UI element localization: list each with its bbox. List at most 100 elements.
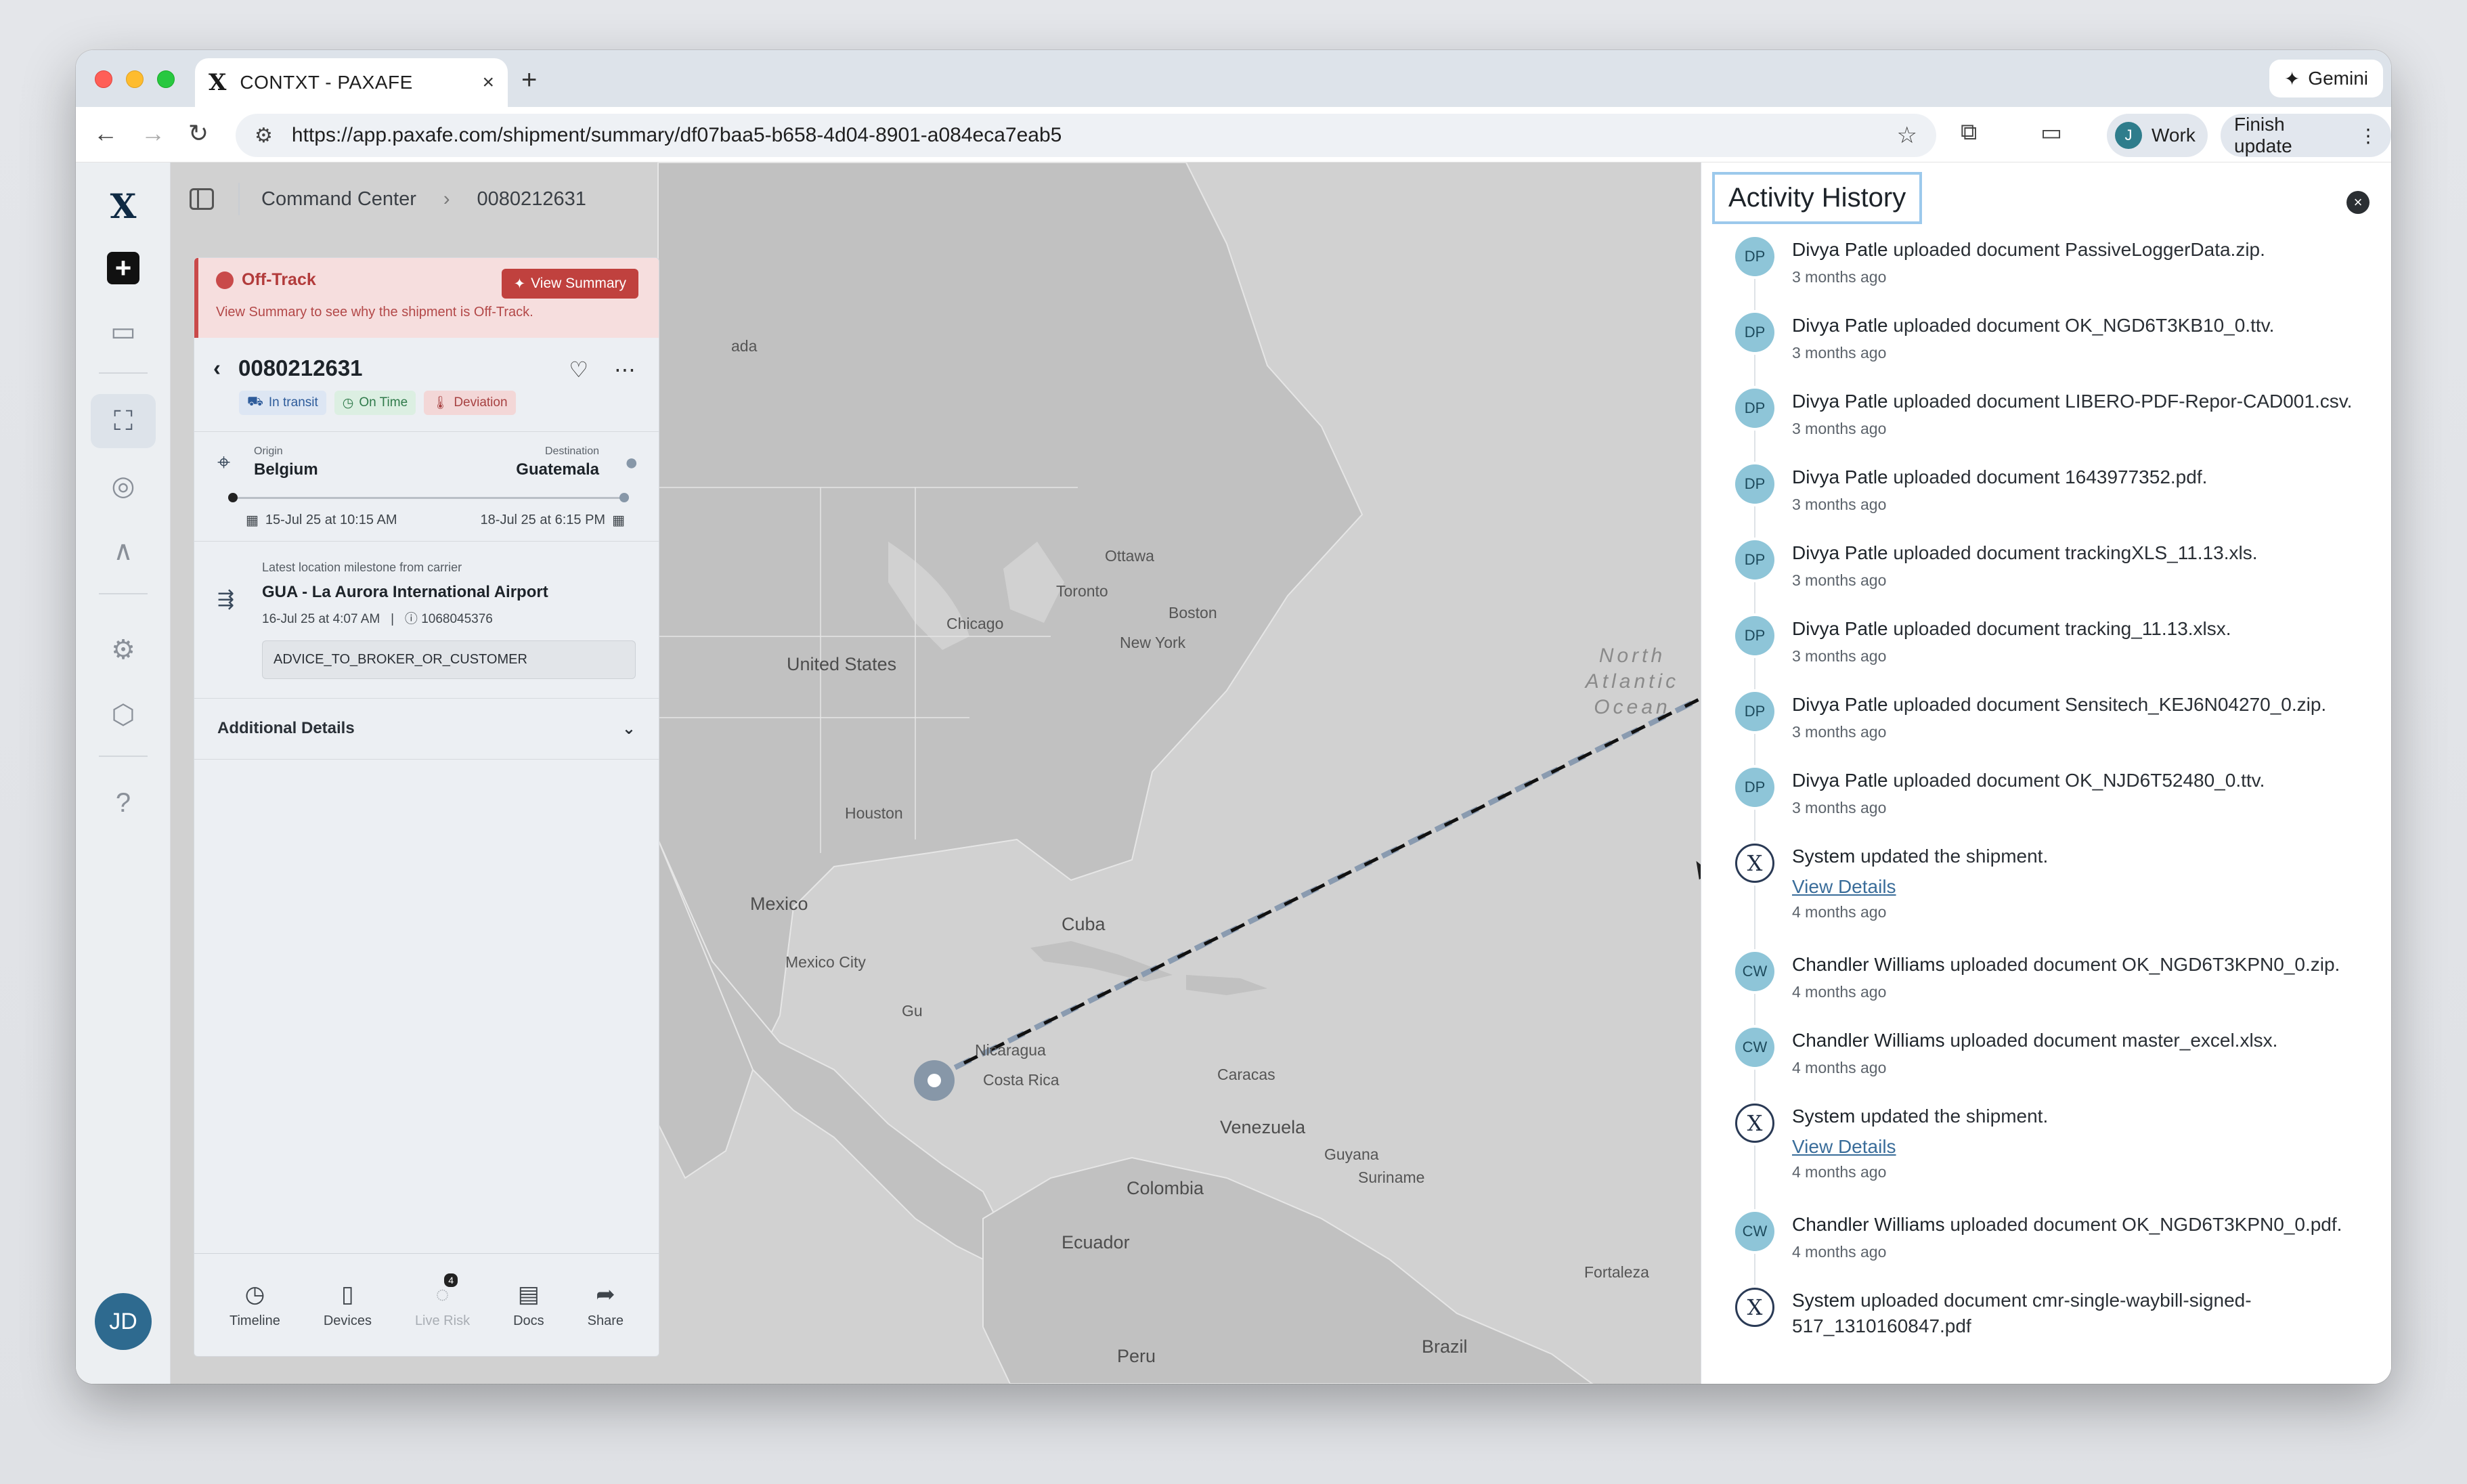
system-logo-icon: X — [1735, 844, 1774, 883]
cast-icon[interactable]: ▭ — [2040, 119, 2062, 146]
activity-action: uploaded document — [1893, 315, 2060, 336]
nav-devices[interactable]: ▯ Devices — [324, 1281, 372, 1329]
actor-avatar: DP — [1735, 616, 1774, 655]
site-settings-icon[interactable]: ⚙ — [255, 124, 273, 148]
more-options-icon[interactable]: ⋯ — [614, 357, 636, 383]
activity-action: uploaded document — [1893, 694, 2060, 715]
truck-icon: ⛟ — [247, 395, 263, 409]
activity-time: 4 months ago — [1792, 1059, 1887, 1076]
gemini-button[interactable]: ✦ Gemini — [2269, 60, 2383, 97]
analytics-icon[interactable]: ∧ — [91, 524, 156, 578]
paxafe-favicon-icon: X — [209, 69, 227, 96]
nav-docs[interactable]: ▤ Docs — [513, 1281, 544, 1329]
user-avatar[interactable]: JD — [95, 1293, 152, 1350]
profile-label: Work — [2152, 125, 2196, 146]
map-label-guyana: Guyana — [1324, 1145, 1379, 1163]
logo-icon[interactable]: X — [91, 179, 156, 233]
tasks-check-icon[interactable]: ◎ — [91, 459, 156, 513]
system-logo-icon: X — [1735, 1104, 1774, 1143]
view-summary-button[interactable]: ✦ View Summary — [501, 269, 638, 299]
activity-time: 4 months ago — [1792, 1163, 1887, 1181]
activity-item: DP Divya Patle uploaded document PassiveL… — [1735, 237, 2364, 313]
close-window-button[interactable] — [95, 70, 112, 88]
activity-action: uploaded document — [1950, 1030, 2117, 1051]
settings-gear-icon[interactable]: ⚙ — [91, 623, 156, 677]
bookmark-star-icon[interactable]: ☆ — [1897, 122, 1917, 149]
additional-details-toggle[interactable]: Additional Details ⌄ — [194, 699, 659, 760]
map-label-caracas: Caracas — [1217, 1066, 1275, 1083]
reload-icon[interactable]: ↻ — [188, 119, 209, 148]
clock-icon: ◷ — [342, 395, 354, 410]
activity-item: X System updated the shipment. View Detai… — [1735, 844, 2364, 952]
extensions-icon[interactable]: ⧉ — [1961, 119, 1977, 146]
address-bar[interactable]: ⚙ https://app.paxafe.com/shipment/summar… — [236, 114, 1936, 157]
view-details-link[interactable]: View Details — [1792, 1136, 2364, 1158]
activity-action: uploaded document — [1893, 466, 2060, 487]
map-label-suriname: Suriname — [1358, 1169, 1425, 1186]
tab-bar: X CONTXT - PAXAFE × + ✦ Gemini — [76, 50, 2391, 107]
tab-close-icon[interactable]: × — [482, 71, 494, 94]
back-chevron-icon[interactable]: ‹ — [213, 355, 221, 381]
actor-avatar: DP — [1735, 692, 1774, 731]
back-icon[interactable]: ← — [93, 119, 118, 148]
new-tab-button[interactable]: + — [521, 65, 537, 95]
map-label-colombia: Colombia — [1127, 1178, 1204, 1198]
alert-text: View Summary to see why the shipment is … — [216, 305, 533, 320]
activity-time: 3 months ago — [1792, 420, 1887, 437]
nav-rail: X + ▭ ⛶ ◎ ∧ ⚙ ⬡ ? JD — [76, 162, 171, 1384]
activity-text: System updated the shipment. — [1792, 1104, 2364, 1129]
hexagon-settings-icon[interactable]: ⬡ — [91, 688, 156, 742]
nav-live-risk[interactable]: ◌ 4 Live Risk — [415, 1273, 470, 1329]
actor-avatar: DP — [1735, 389, 1774, 428]
activity-item: CW Chandler Williams uploaded document OK… — [1735, 952, 2364, 1028]
profile-button[interactable]: J Work — [2107, 114, 2208, 157]
activity-action: uploaded document — [1860, 1290, 2028, 1311]
timeline-connector — [1754, 1145, 1755, 1209]
browser-tab[interactable]: X CONTXT - PAXAFE × — [195, 58, 508, 107]
actor-avatar: DP — [1735, 464, 1774, 504]
activity-text: System uploaded document cmr-single-wayb… — [1792, 1288, 2364, 1339]
activity-item: DP Divya Patle uploaded document Sensitec… — [1735, 692, 2364, 768]
activity-object: OK_NGD6T3KB10_0.ttv. — [2065, 315, 2275, 336]
map[interactable]: ada Ottawa Toronto Boston Chicago New Yo… — [171, 162, 1701, 1384]
map-label-nicaragua: Nicaragua — [975, 1041, 1046, 1059]
activity-time: 3 months ago — [1792, 268, 1887, 286]
map-label-united-states: United States — [787, 654, 897, 674]
activity-action: updated the shipment. — [1860, 846, 2049, 867]
favorite-heart-icon[interactable]: ♡ — [569, 357, 588, 383]
activity-action: uploaded document — [1893, 542, 2060, 563]
maximize-window-button[interactable] — [157, 70, 175, 88]
minimize-window-button[interactable] — [126, 70, 144, 88]
activity-action: uploaded document — [1950, 954, 2117, 975]
activity-actor: Divya Patle — [1792, 391, 1888, 412]
alert-title: Off-Track — [242, 270, 316, 289]
inbox-icon[interactable]: ▭ — [91, 305, 156, 359]
finish-update-button[interactable]: Finish update ⋮ — [2221, 114, 2391, 157]
view-details-link[interactable]: View Details — [1792, 876, 2364, 898]
command-center-icon[interactable]: ⛶ — [91, 394, 156, 448]
map-label-cuba: Cuba — [1062, 914, 1106, 934]
nav-share[interactable]: ➦ Share — [588, 1281, 624, 1329]
create-icon[interactable]: + — [91, 241, 156, 295]
origin-value: Belgium — [254, 460, 318, 479]
shipment-id: 0080212631 — [238, 355, 363, 380]
activity-text: Divya Patle uploaded document 1643977352… — [1792, 464, 2364, 490]
activity-actor: Divya Patle — [1792, 239, 1888, 260]
close-icon[interactable]: × — [2346, 191, 2370, 214]
origin-pin-icon: ⌖ — [217, 450, 231, 475]
milestone-meta: 16-Jul 25 at 4:07 AM | ⓘ 1068045376 — [262, 612, 493, 626]
departure-date: ▦ 15-Jul 25 at 10:15 AM — [246, 512, 397, 528]
breadcrumb-root[interactable]: Command Center — [261, 188, 416, 211]
profile-avatar: J — [2115, 122, 2142, 149]
status-badge-deviation: 🌡 Deviation — [424, 391, 516, 415]
activity-text: Divya Patle uploaded document trackingXL… — [1792, 540, 2364, 566]
sidebar-toggle-icon[interactable] — [190, 188, 214, 210]
help-icon[interactable]: ? — [91, 776, 156, 830]
map-label-costa-rica: Costa Rica — [983, 1071, 1060, 1089]
milestone-label: Latest location milestone from carrier — [262, 561, 462, 574]
activity-text: Divya Patle uploaded document OK_NJD6T52… — [1792, 768, 2364, 793]
live-risk-badge: 4 — [444, 1273, 458, 1287]
nav-timeline[interactable]: ◷ Timeline — [230, 1281, 280, 1329]
forward-icon[interactable]: → — [141, 119, 165, 148]
timeline-connector — [1754, 1254, 1755, 1285]
